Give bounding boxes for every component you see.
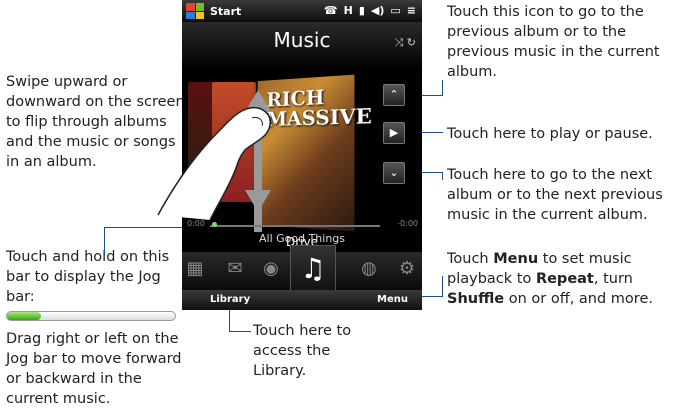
volume-icon[interactable]: ◀) [371, 4, 385, 17]
menu-softkey[interactable]: Menu [377, 294, 408, 305]
menu-instruction: Touch Menu to set music playback to Repe… [447, 249, 675, 309]
phone-call-icon[interactable]: ☎ [324, 4, 338, 17]
leader-line-menu-v [442, 276, 443, 297]
leader-line-next-v [442, 172, 443, 180]
battery-icon[interactable]: ▭ [390, 4, 400, 17]
play-pause-button[interactable]: ▶ [383, 122, 405, 144]
signal-icon[interactable]: ▮ [359, 4, 365, 17]
next-button[interactable]: ⌄ [383, 162, 405, 184]
leader-line-prev-v [442, 80, 443, 96]
settings-icon[interactable]: ⚙ [396, 260, 418, 278]
menu-text-4: on or off, and more. [504, 291, 653, 307]
previous-instruction: Touch this icon to go to the previous al… [447, 4, 660, 80]
finger-gesture-illustration [157, 106, 271, 221]
message-icon[interactable]: ▦ [184, 260, 206, 278]
hsdpa-icon[interactable]: H [344, 4, 353, 17]
play-instruction: Touch here to play or pause. [447, 126, 653, 142]
jog-hold-instruction: Touch and hold on this bar to display th… [6, 249, 170, 305]
jog-drag-instruction: Drag right or left on the Jog bar to mov… [6, 331, 182, 407]
shuffle-repeat-icons[interactable]: ⤨ ↻ [394, 36, 416, 50]
status-bar: Start ☎ H ▮ ◀) ▭ ≡ [182, 0, 422, 22]
windows-start-icon[interactable] [186, 3, 204, 19]
internet-icon[interactable]: ◍ [358, 260, 380, 278]
softkey-bar: Library Menu [182, 290, 422, 310]
next-instruction: Touch here to go to the next album or to… [447, 167, 663, 223]
menu-text-3: , turn [593, 271, 633, 287]
menu-bold-repeat: Repeat [535, 271, 594, 287]
jog-bar-sample[interactable] [6, 311, 176, 321]
jog-bar-fill [7, 312, 41, 320]
start-label[interactable]: Start [210, 5, 241, 18]
music-title: Music [273, 28, 331, 52]
music-tab-icon[interactable]: ♫ [290, 245, 336, 292]
menu-bold-menu: Menu [493, 251, 539, 267]
leader-line-library-h [229, 331, 251, 332]
music-header: Music ⤨ ↻ [182, 22, 422, 70]
menu-text-1: Touch [447, 251, 494, 267]
menu-bold-shuffle: Shuffle [447, 291, 505, 307]
remaining-time: -0:00 [397, 219, 418, 228]
mail-icon[interactable]: ✉ [224, 260, 246, 278]
status-icons: ☎ H ▮ ◀) ▭ ≡ [324, 4, 416, 17]
album-name: All Good Things [258, 232, 346, 245]
library-softkey[interactable]: Library [210, 294, 250, 305]
menu-list-icon[interactable]: ≡ [407, 4, 416, 17]
finger-outline [157, 106, 271, 221]
camera-icon[interactable]: ◉ [260, 260, 282, 278]
previous-button[interactable]: ⌃ [383, 84, 405, 106]
leader-line-progress-v [104, 227, 105, 255]
library-instruction: Touch here to access the Library. [253, 323, 352, 379]
